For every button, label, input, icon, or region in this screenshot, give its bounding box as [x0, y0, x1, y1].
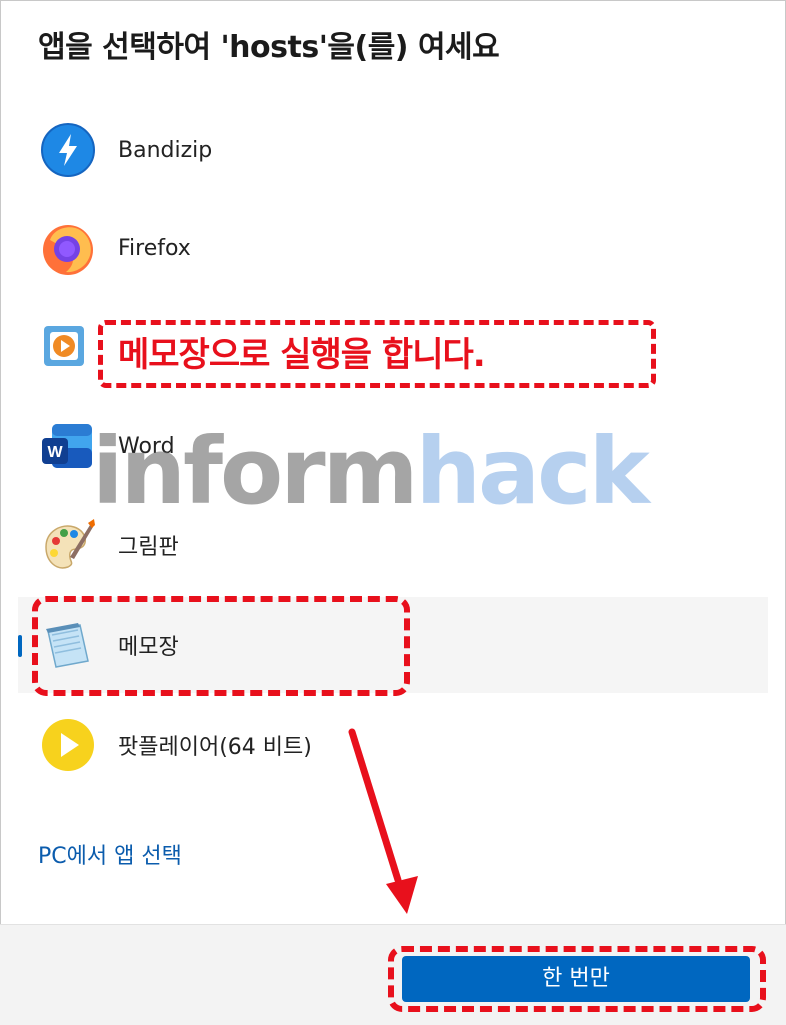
arrow-line — [348, 728, 402, 884]
arrow-head-icon — [386, 876, 418, 914]
arrow-overlay — [348, 728, 418, 914]
